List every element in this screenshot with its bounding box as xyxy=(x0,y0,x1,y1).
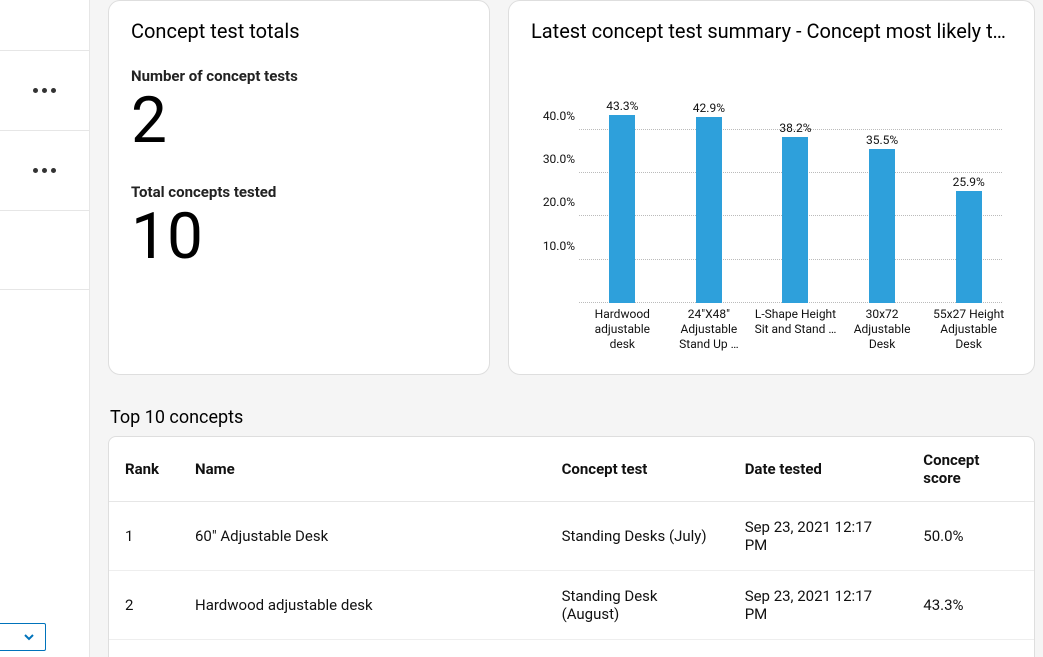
cell-concept_test: Standing Desk (August) xyxy=(546,571,729,640)
col-rank[interactable]: Rank xyxy=(109,437,179,502)
cell-name: Hardwood adjustable desk xyxy=(179,571,546,640)
chart-plot-area: 10.0% 20.0% 30.0% 40.0% 43.3% 42.9% 38.2% 35.5… xyxy=(531,53,1012,303)
chart-title: Latest concept test summary - Concept mo… xyxy=(531,19,1012,43)
main-content: Concept test totals Number of concept te… xyxy=(90,0,1043,657)
chart-y-axis: 10.0% 20.0% 30.0% 40.0% xyxy=(531,53,579,303)
col-date-tested[interactable]: Date tested xyxy=(729,437,908,502)
sidebar-section-1[interactable] xyxy=(0,50,89,130)
chart-bar[interactable]: 43.3% xyxy=(579,53,666,303)
cell-concept_score: 42.9% xyxy=(907,640,1034,657)
concept-test-totals-card: Concept test totals Number of concept te… xyxy=(108,0,490,375)
chart-y-tick: 10.0% xyxy=(543,239,575,253)
sidebar-section-2[interactable] xyxy=(0,130,89,210)
chart-bar-value-label: 35.5% xyxy=(866,133,898,147)
chart-y-tick: 30.0% xyxy=(543,152,575,166)
ellipsis-icon xyxy=(33,88,56,93)
cell-date_tested: Sep 23, 2021 12:17 PM xyxy=(729,640,908,657)
chart-y-tick: 40.0% xyxy=(543,109,575,123)
chart-x-label: 30x72 Adjustable Desk xyxy=(839,303,926,352)
chart-x-label: Hardwood adjustable desk xyxy=(579,303,666,352)
section-title-top-concepts: Top 10 concepts xyxy=(110,407,1035,428)
cell-date_tested: Sep 23, 2021 12:17 PM xyxy=(729,502,908,571)
chart-x-label: 55x27 Height Adjustable Desk xyxy=(925,303,1012,352)
chart-y-tick: 20.0% xyxy=(543,195,575,209)
metric-value-concepts: 10 xyxy=(131,205,467,269)
table-row[interactable]: 2Hardwood adjustable deskStanding Desk (… xyxy=(109,571,1034,640)
cell-name: 60" Adjustable Desk xyxy=(179,502,546,571)
chart-bar-value-label: 38.2% xyxy=(779,121,811,135)
chart-plot: 43.3% 42.9% 38.2% 35.5% 25.9% xyxy=(579,53,1012,303)
chart-x-label: 24"X48" Adjustable Stand Up … xyxy=(666,303,753,352)
chart-x-label: L-Shape Height Sit and Stand … xyxy=(752,303,839,352)
sidebar-dropdown[interactable] xyxy=(0,623,46,651)
chart-x-axis: Hardwood adjustable desk24"X48" Adjustab… xyxy=(579,303,1012,352)
metric-value-tests: 2 xyxy=(131,89,467,153)
cell-concept_test: Standing Desk (August) xyxy=(546,640,729,657)
table-row[interactable]: 160" Adjustable DeskStanding Desks (July… xyxy=(109,502,1034,571)
col-concept-score[interactable]: Concept score xyxy=(907,437,1034,502)
cell-concept_score: 43.3% xyxy=(907,571,1034,640)
top-concepts-table: Rank Name Concept test Date tested Conce… xyxy=(108,436,1035,657)
cell-concept_test: Standing Desks (July) xyxy=(546,502,729,571)
cell-concept_score: 50.0% xyxy=(907,502,1034,571)
chart-bar[interactable]: 35.5% xyxy=(839,53,926,303)
chart-bar[interactable]: 42.9% xyxy=(666,53,753,303)
table-row[interactable]: 324"X48" Adjustable Stand Up Desk and Mo… xyxy=(109,640,1034,657)
sidebar xyxy=(0,0,90,657)
chart-bar[interactable]: 25.9% xyxy=(925,53,1012,303)
chart-bar[interactable]: 38.2% xyxy=(752,53,839,303)
sidebar-section-3[interactable] xyxy=(0,210,89,290)
cell-date_tested: Sep 23, 2021 12:17 PM xyxy=(729,571,908,640)
concept-summary-chart-card: Latest concept test summary - Concept mo… xyxy=(508,0,1035,375)
table-header-row: Rank Name Concept test Date tested Conce… xyxy=(109,437,1034,502)
chart-bar-value-label: 43.3% xyxy=(606,99,638,113)
cell-rank: 1 xyxy=(109,502,179,571)
chart-bar-value-label: 25.9% xyxy=(953,175,985,189)
chevron-down-icon xyxy=(23,631,35,643)
col-name[interactable]: Name xyxy=(179,437,546,502)
col-concept-test[interactable]: Concept test xyxy=(546,437,729,502)
cell-rank: 3 xyxy=(109,640,179,657)
cell-name: 24"X48" Adjustable Stand Up Desk and Mon… xyxy=(179,640,546,657)
chart-bar-value-label: 42.9% xyxy=(693,101,725,115)
card-title: Concept test totals xyxy=(131,19,467,43)
cell-rank: 2 xyxy=(109,571,179,640)
ellipsis-icon xyxy=(33,168,56,173)
metric-label-tests: Number of concept tests xyxy=(131,67,467,85)
